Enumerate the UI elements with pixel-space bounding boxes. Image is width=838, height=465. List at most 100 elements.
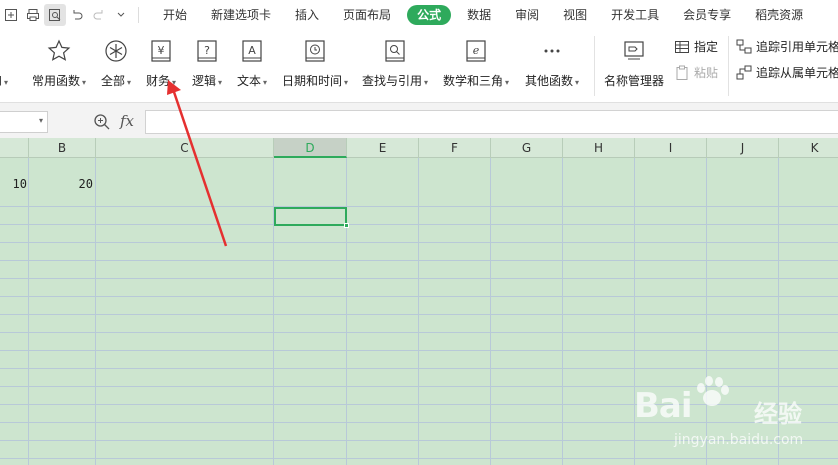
all-functions-button[interactable]: 全部 ▾	[101, 38, 131, 89]
common-functions-button[interactable]: 常用函数 ▾	[32, 38, 86, 89]
gridline	[562, 158, 563, 465]
formulas-ribbon: 和▾ 常用函数▾ 全部▾ ¥ 财务▾ ? 逻辑▾	[0, 30, 838, 102]
name-manager-icon	[621, 38, 647, 64]
sum-icon	[0, 38, 12, 64]
financial-button[interactable]: ¥ 财务 ▾	[146, 38, 176, 89]
divider	[138, 7, 139, 23]
text-book-icon: A	[239, 38, 265, 64]
export-icon[interactable]	[0, 4, 22, 26]
specify-label: 指定	[694, 40, 719, 54]
autosum-label: 和	[0, 74, 2, 88]
trace-dependents-button[interactable]: 追踪从属单元格	[736, 64, 838, 81]
tab-docer[interactable]: 稻壳资源	[743, 5, 815, 25]
trace-precedents-button[interactable]: 追踪引用单元格	[736, 38, 838, 55]
lookup-reference-button[interactable]: 查找与引用 ▾	[362, 38, 428, 89]
trace-dependents-icon	[736, 65, 752, 81]
common-functions-label: 常用函数	[32, 74, 81, 88]
gridline	[95, 158, 96, 465]
tab-formulas[interactable]: 公式	[407, 5, 452, 25]
date-time-label: 日期和时间	[282, 74, 343, 88]
column-header-d[interactable]: D	[274, 138, 347, 158]
logical-button[interactable]: ? 逻辑 ▾	[192, 38, 222, 89]
math-trig-label: 数学和三角	[443, 74, 504, 88]
paste-icon	[674, 65, 690, 81]
column-header-k[interactable]: K	[779, 138, 838, 158]
tab-page-layout[interactable]: 页面布局	[331, 5, 403, 25]
lookup-reference-label: 查找与引用	[362, 74, 423, 88]
print-icon[interactable]	[22, 4, 44, 26]
yen-book-icon: ¥	[148, 38, 174, 64]
text-label: 文本	[237, 74, 262, 88]
column-header-partial[interactable]	[0, 138, 29, 158]
paste-name-button[interactable]: 粘贴	[674, 64, 718, 81]
more-dots-icon	[539, 38, 565, 64]
spreadsheet-window: 开始 新建选项卡 插入 页面布局 公式 数据 审阅 视图 开发工具 会员专享 稻…	[0, 0, 838, 465]
table-icon	[674, 39, 690, 55]
column-header-g[interactable]: G	[491, 138, 563, 158]
baidu-watermark: Bai 经验 jingyan.baidu.com	[634, 372, 824, 462]
svg-text:¥: ¥	[158, 44, 165, 57]
watermark-url: jingyan.baidu.com	[674, 432, 804, 448]
insert-function-icon[interactable]: fx	[120, 112, 134, 130]
more-functions-button[interactable]: 其他函数 ▾	[525, 38, 579, 89]
specify-button[interactable]: 指定	[674, 38, 718, 55]
trace-precedents-icon	[736, 39, 752, 55]
name-manager-label: 名称管理器	[604, 74, 665, 88]
print-preview-icon[interactable]	[44, 4, 66, 26]
date-time-button[interactable]: 日期和时间 ▾	[282, 38, 348, 89]
tab-insert[interactable]: 插入	[283, 5, 331, 25]
column-header-j[interactable]: J	[707, 138, 779, 158]
gridline	[0, 242, 838, 243]
math-book-icon: e	[463, 38, 489, 64]
gridline	[0, 278, 838, 279]
chevron-down-icon[interactable]: ▾	[39, 116, 43, 125]
financial-label: 财务	[146, 74, 171, 88]
tab-developer[interactable]: 开发工具	[599, 5, 671, 25]
quick-access-toolbar	[0, 0, 145, 30]
question-book-icon: ?	[194, 38, 220, 64]
column-header-c[interactable]: C	[96, 138, 274, 158]
redo-icon[interactable]	[88, 4, 110, 26]
selected-cell[interactable]	[274, 207, 349, 228]
fill-handle[interactable]	[344, 223, 349, 228]
name-manager-button[interactable]: 名称管理器	[604, 38, 664, 89]
gridline	[0, 206, 838, 207]
gridline	[0, 350, 838, 351]
column-header-f[interactable]: F	[419, 138, 491, 158]
tab-view[interactable]: 视图	[551, 5, 599, 25]
gridline	[418, 158, 419, 465]
divider	[594, 36, 595, 96]
column-header-e[interactable]: E	[347, 138, 419, 158]
watermark-brand: Bai	[634, 386, 693, 426]
tab-home[interactable]: 开始	[151, 5, 199, 25]
paw-icon	[697, 376, 729, 406]
paste-label: 粘贴	[694, 66, 719, 80]
cell-b1[interactable]: 20	[29, 177, 93, 191]
column-header-b[interactable]: B	[29, 138, 96, 158]
formula-input[interactable]	[145, 110, 838, 134]
column-header-i[interactable]: I	[635, 138, 707, 158]
logical-label: 逻辑	[192, 74, 217, 88]
math-trig-button[interactable]: e 数学和三角 ▾	[443, 38, 509, 89]
tab-member[interactable]: 会员专享	[671, 5, 743, 25]
column-header-h[interactable]: H	[563, 138, 635, 158]
ribbon-tabs: 开始 新建选项卡 插入 页面布局 公式 数据 审阅 视图 开发工具 会员专享 稻…	[151, 5, 815, 25]
gridline	[490, 158, 491, 465]
tab-review[interactable]: 审阅	[503, 5, 551, 25]
tab-data[interactable]: 数据	[455, 5, 503, 25]
cell-a1[interactable]: 10	[0, 177, 27, 191]
undo-icon[interactable]	[66, 4, 88, 26]
customize-toolbar-icon[interactable]	[110, 4, 132, 26]
gridline	[0, 332, 838, 333]
text-button[interactable]: A 文本 ▾	[237, 38, 267, 89]
zoom-icon[interactable]	[93, 113, 111, 131]
divider	[728, 36, 729, 96]
asterisk-circle-icon	[103, 38, 129, 64]
autosum-button[interactable]: 和▾	[0, 38, 12, 89]
gridline	[0, 260, 838, 261]
tab-new[interactable]: 新建选项卡	[199, 5, 283, 25]
gridline	[0, 224, 838, 225]
name-box[interactable]: ▾	[0, 111, 48, 133]
star-icon	[46, 38, 72, 64]
gridline	[0, 314, 838, 315]
